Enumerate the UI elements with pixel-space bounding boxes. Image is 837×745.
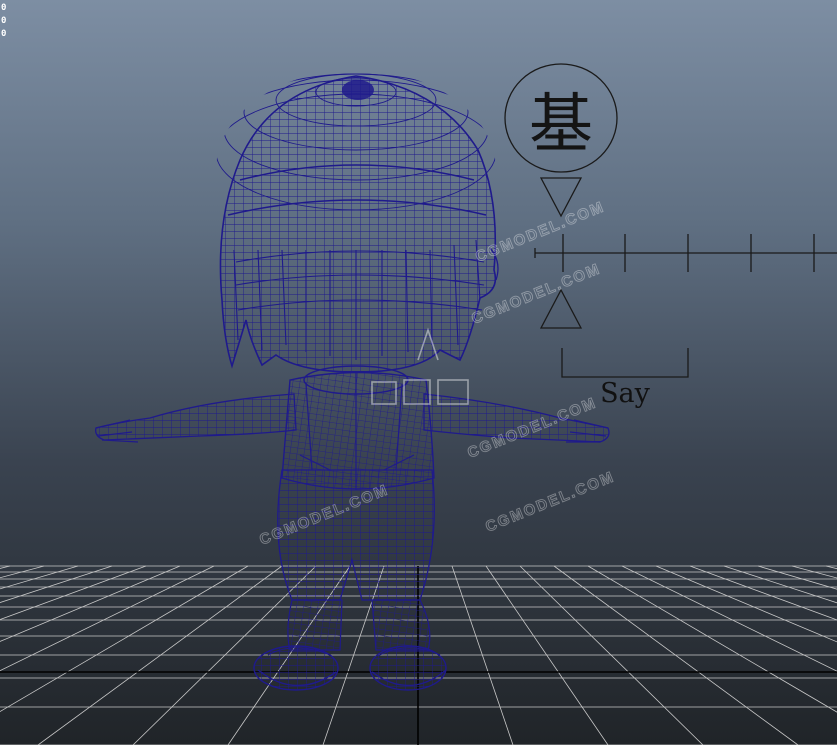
- watermark-text: CGMODEL.COM: [257, 481, 391, 548]
- watermark-text: CGMODEL.COM: [483, 468, 617, 535]
- watermark-text: CGMODEL.COM: [465, 394, 599, 461]
- watermark-logo: [371, 327, 469, 405]
- watermark-text: CGMODEL.COM: [473, 198, 607, 265]
- watermark-text: CGMODEL.COM: [469, 260, 603, 327]
- watermark-layer: CGMODEL.COM CGMODEL.COM CGMODEL.COM CGMO…: [257, 198, 618, 549]
- maya-viewport[interactable]: 0 0 0 基 Say CGMODEL.COM CGMODEL.COM CGMO…: [0, 0, 837, 745]
